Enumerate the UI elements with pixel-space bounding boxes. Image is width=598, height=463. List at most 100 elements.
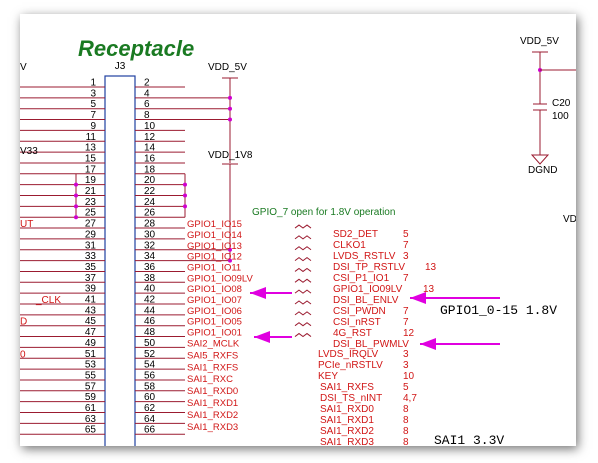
schematic-canvas: J3Receptacle1357911131517192123252729313… — [20, 36, 576, 446]
function-ref: 3 — [403, 251, 409, 262]
left-pin-number: 33 — [85, 251, 97, 262]
function-ref: 8 — [403, 426, 409, 437]
right-pin-number: 32 — [144, 240, 156, 251]
left-pin-number: 35 — [85, 262, 97, 273]
right-pin-number: 30 — [144, 229, 156, 240]
left-pin-number: 11 — [86, 132, 97, 143]
sai-net-label: SAI2_MCLK — [187, 338, 240, 349]
function-label: SD2_DET — [333, 229, 378, 240]
right-pin-number: 66 — [144, 425, 156, 436]
junction-dot — [183, 182, 187, 187]
function-label: SAI1_RXD1 — [320, 415, 374, 426]
junction-dot — [74, 204, 78, 209]
right-pin-number: 46 — [144, 316, 156, 327]
right-pin-number: 44 — [144, 305, 156, 316]
left-pin-number: 15 — [85, 153, 97, 164]
junction-dot — [74, 182, 78, 187]
gpio-net-label: GPIO1_IO07 — [187, 295, 242, 306]
net-break — [294, 256, 312, 262]
gpio-voltage-annotation: GPIO1_0-15 1.8V — [440, 303, 557, 318]
vdd-1v8-label: VDD_1V8 — [208, 150, 253, 161]
arrow-gpio1-io01-head — [254, 331, 270, 343]
left-pin-number: 19 — [85, 175, 97, 186]
left-pin-number: 27 — [85, 219, 97, 230]
left-pin-number: 57 — [85, 381, 97, 392]
ground-symbol — [530, 154, 550, 165]
sai-net-label: SAI1_RXC — [187, 374, 233, 385]
gpio-net-label: GPIO1_IO12 — [187, 252, 242, 263]
right-pin-number: 18 — [144, 164, 156, 175]
function-label: CSI_PWDN — [333, 306, 386, 317]
net-break — [294, 246, 312, 251]
left-pin-number: 55 — [85, 370, 97, 381]
right-pin-number: 26 — [144, 208, 156, 219]
left-pin-number: 21 — [85, 186, 97, 197]
dgnd-label: DGND — [528, 165, 557, 176]
right-pin-number: 62 — [144, 403, 156, 414]
left-pin-number: 49 — [85, 338, 97, 349]
function-label: GPIO1_IO09LV — [333, 284, 403, 295]
left-pin-number: 59 — [85, 392, 97, 403]
left-pin-number: 65 — [85, 425, 97, 436]
left-pin-number: 53 — [85, 360, 97, 371]
gpio-net-label: GPIO1_IO06 — [187, 306, 242, 317]
net-break — [294, 332, 312, 338]
left-pin-number: 29 — [85, 229, 97, 240]
left-pin-number: 23 — [85, 197, 97, 208]
function-ref: 13 — [425, 262, 437, 273]
sai-voltage-annotation: SAI1 3.3V — [434, 433, 504, 446]
left-pin-number: 5 — [90, 99, 96, 110]
left-pin-number: 37 — [85, 273, 97, 284]
right-pin-number: 52 — [144, 349, 156, 360]
net-break — [294, 289, 312, 294]
function-label: CSI_P1_IO1 — [333, 273, 390, 284]
gpio-net-label: GPIO1_IO08 — [187, 284, 242, 295]
function-label: DSI_TS_nINT — [320, 393, 382, 404]
junction-dot — [183, 204, 187, 209]
right-pin-number: 34 — [144, 251, 156, 262]
right-pin-number: 4 — [144, 88, 150, 99]
right-pin-number: 36 — [144, 262, 156, 273]
cap-value: 100 — [552, 111, 569, 122]
function-ref: 7 — [403, 306, 409, 317]
gpio-net-label: GPIO1_IO05 — [187, 317, 242, 328]
right-pin-number: 10 — [144, 121, 156, 132]
schematic-frame: J3 Receptacle 1 3 5 7 9 11 13 15 17 19 21 23 25 27 29 31 3… — [20, 14, 576, 446]
function-label: SAI1_RXFS — [320, 382, 374, 393]
function-label: SAI1_RXD2 — [320, 426, 374, 437]
right-pin-number: 16 — [144, 153, 156, 164]
junction-dot — [228, 106, 232, 111]
left-net-label: _CLK — [35, 295, 61, 306]
right-pin-number: 48 — [144, 327, 156, 338]
net-break — [294, 278, 312, 283]
function-ref: 7 — [403, 317, 409, 328]
function-label: PCIe_nRSTLV — [318, 360, 383, 371]
right-pin-number: 56 — [144, 370, 156, 381]
left-pin-number: 43 — [85, 305, 97, 316]
gpio-net-label: GPIO1_IO13 — [187, 241, 242, 252]
sai-net-label: SAI1_RXD3 — [187, 422, 238, 433]
right-pin-number: 2 — [144, 78, 150, 89]
function-label: KEY — [318, 371, 338, 382]
left-pin-number: 3 — [90, 88, 96, 99]
function-ref: 10 — [403, 371, 415, 382]
function-ref: 8 — [403, 404, 409, 415]
left-pin-number: 61 — [85, 403, 97, 414]
junction-dot — [228, 95, 232, 100]
right-pin-number: 24 — [144, 197, 156, 208]
arrow-gpio1-io08-head — [250, 287, 266, 299]
sai-net-label: SAI1_RXD2 — [187, 410, 238, 421]
left-pin-number: 25 — [85, 208, 97, 219]
left-pin-number: 13 — [85, 143, 97, 154]
junction-dot — [74, 193, 78, 198]
right-pin-number: 6 — [144, 99, 150, 110]
right-pin-number: 38 — [144, 273, 156, 284]
right-pin-number: 40 — [144, 284, 156, 295]
vdd-5v-label: VDD_5V — [208, 62, 247, 73]
left-net-label: UT — [20, 219, 33, 230]
function-ref: 7 — [403, 273, 409, 284]
function-label: DSI_BL_ENLV — [333, 295, 399, 306]
sai-net-label: SAI5_RXFS — [187, 350, 238, 361]
left-pin-number: 17 — [85, 164, 97, 175]
function-label: CSI_nRST — [333, 317, 381, 328]
